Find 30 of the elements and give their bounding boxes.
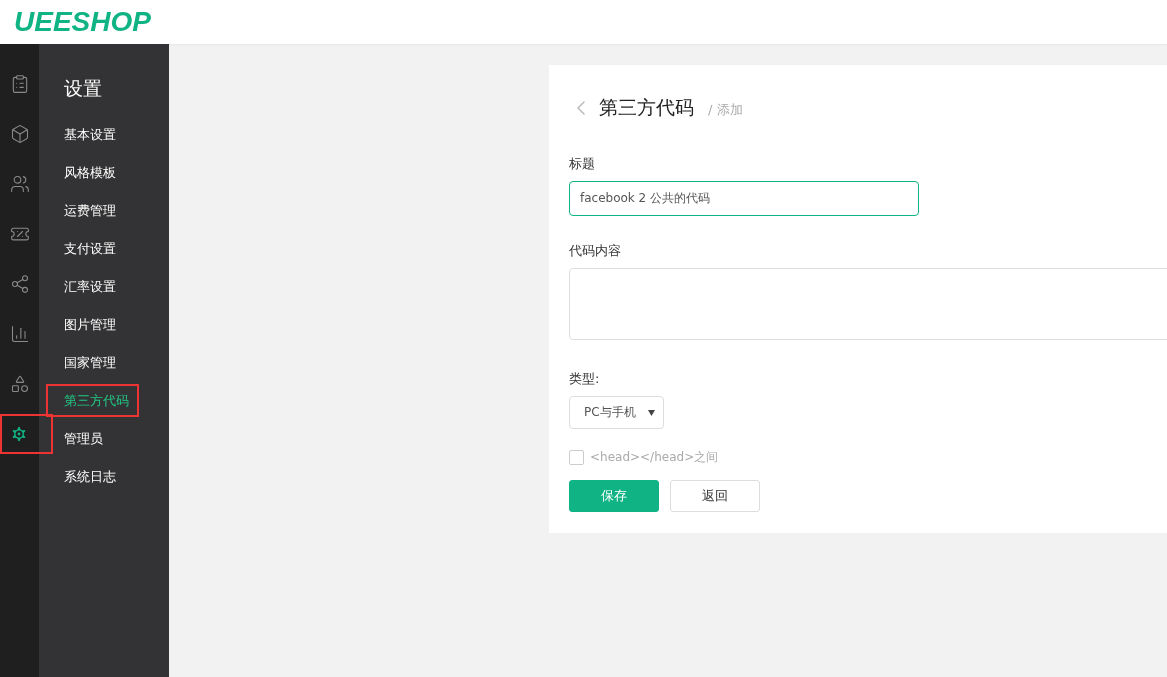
field-label: 代码内容	[569, 242, 622, 260]
title-input[interactable]: facebook 2 公共的代码	[569, 181, 919, 216]
breadcrumb: / 添加	[708, 101, 743, 119]
nodes-icon	[9, 274, 30, 294]
menu-item[interactable]: 运费管理	[64, 192, 116, 230]
settings-icon	[9, 424, 29, 444]
dropdown-caret-icon	[648, 409, 655, 416]
apps-icon	[9, 374, 30, 394]
menu-item[interactable]: 汇率设置	[64, 268, 116, 306]
chart-icon	[9, 324, 30, 344]
field-label: 标题	[569, 155, 596, 173]
menu-item[interactable]: 基本设置	[64, 116, 116, 154]
type-select[interactable]: PC与手机	[569, 396, 664, 429]
users-icon	[9, 174, 30, 194]
checkbox-label: <head></head>之间	[590, 449, 719, 466]
menu-item[interactable]: 系统日志	[64, 458, 116, 496]
menu-item[interactable]: 第三方代码	[46, 384, 139, 417]
menu-item[interactable]: 管理员	[64, 420, 103, 458]
menu-item[interactable]: 图片管理	[64, 306, 116, 344]
menu-item[interactable]: 国家管理	[64, 344, 116, 382]
menu-item[interactable]: 风格模板	[64, 154, 116, 192]
menu-item[interactable]: 支付设置	[64, 230, 116, 268]
box-icon	[9, 124, 30, 144]
settings-nav-button[interactable]	[0, 414, 53, 454]
logo: UEESHOP	[14, 6, 151, 38]
field-label: 类型:	[569, 370, 601, 388]
checkbox[interactable]	[569, 450, 584, 465]
page-title: 第三方代码	[599, 95, 694, 120]
back-button[interactable]: 返回	[670, 480, 760, 512]
menu-title: 设置	[64, 76, 103, 101]
